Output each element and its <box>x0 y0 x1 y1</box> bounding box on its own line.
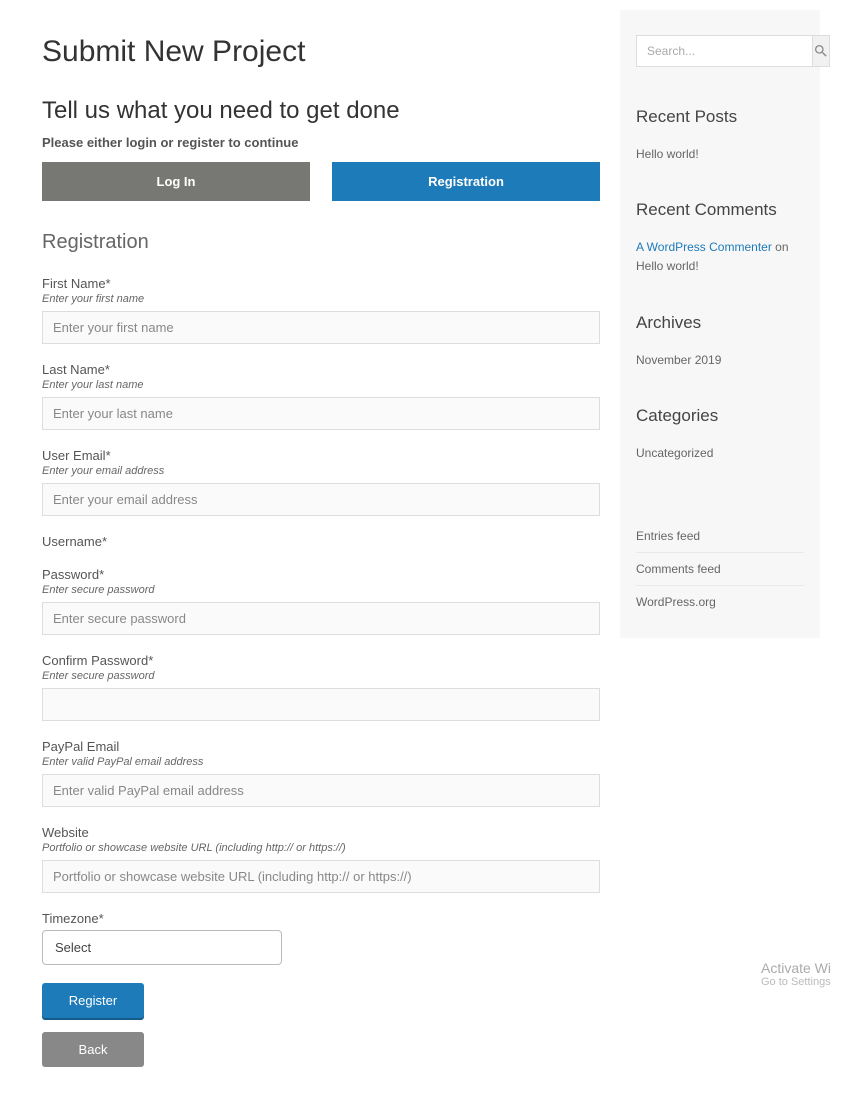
field-confirm-password: Confirm Password* Enter secure password <box>42 653 600 721</box>
select-timezone-value: Select <box>55 940 91 955</box>
widget-title-recent-posts: Recent Posts <box>636 107 804 127</box>
commenter-link[interactable]: A WordPress Commenter <box>636 240 772 254</box>
field-timezone: Timezone* Select <box>42 911 600 965</box>
meta-entries-feed[interactable]: Entries feed <box>636 520 804 552</box>
section-title-registration: Registration <box>42 231 600 254</box>
input-website[interactable] <box>42 860 600 893</box>
search-widget <box>636 35 804 67</box>
main-content: Submit New Project Tell us what you need… <box>0 0 600 1081</box>
input-password[interactable] <box>42 602 600 635</box>
widget-title-recent-comments: Recent Comments <box>636 200 804 220</box>
field-first-name: First Name* Enter your first name <box>42 276 600 344</box>
meta-wordpress-org[interactable]: WordPress.org <box>636 585 804 618</box>
label-timezone: Timezone* <box>42 911 600 926</box>
label-paypal-email: PayPal Email <box>42 739 600 754</box>
category-item[interactable]: Uncategorized <box>636 444 804 463</box>
label-username: Username* <box>42 534 600 549</box>
auth-tabs: Log In Registration <box>42 162 600 201</box>
help-first-name: Enter your first name <box>42 293 600 305</box>
label-user-email: User Email* <box>42 448 600 463</box>
field-password: Password* Enter secure password <box>42 567 600 635</box>
widget-categories: Categories Uncategorized <box>636 406 804 463</box>
help-user-email: Enter your email address <box>42 465 600 477</box>
recent-post-item[interactable]: Hello world! <box>636 145 804 164</box>
widget-title-archives: Archives <box>636 313 804 333</box>
input-first-name[interactable] <box>42 311 600 344</box>
input-confirm-password[interactable] <box>42 688 600 721</box>
widget-recent-posts: Recent Posts Hello world! <box>636 107 804 164</box>
register-button[interactable]: Register <box>42 983 144 1018</box>
recent-comment-item: A WordPress Commenter on Hello world! <box>636 238 804 276</box>
field-last-name: Last Name* Enter your last name <box>42 362 600 430</box>
page-title: Submit New Project <box>42 35 600 69</box>
label-password: Password* <box>42 567 600 582</box>
tab-login[interactable]: Log In <box>42 162 310 201</box>
page-subtitle: Tell us what you need to get done <box>42 97 600 125</box>
label-confirm-password: Confirm Password* <box>42 653 600 668</box>
input-paypal-email[interactable] <box>42 774 600 807</box>
back-button[interactable]: Back <box>42 1032 144 1067</box>
help-paypal-email: Enter valid PayPal email address <box>42 756 600 768</box>
archive-item[interactable]: November 2019 <box>636 351 804 370</box>
help-password: Enter secure password <box>42 584 600 596</box>
label-last-name: Last Name* <box>42 362 600 377</box>
tab-registration[interactable]: Registration <box>332 162 600 201</box>
field-username: Username* <box>42 534 600 549</box>
label-first-name: First Name* <box>42 276 600 291</box>
login-instruction: Please either login or register to conti… <box>42 135 600 150</box>
widget-recent-comments: Recent Comments A WordPress Commenter on… <box>636 200 804 276</box>
watermark-line2: Go to Settings <box>761 976 831 988</box>
search-input[interactable] <box>636 35 813 67</box>
field-paypal-email: PayPal Email Enter valid PayPal email ad… <box>42 739 600 807</box>
widget-title-categories: Categories <box>636 406 804 426</box>
search-icon <box>813 43 829 59</box>
search-button[interactable] <box>813 35 830 67</box>
help-last-name: Enter your last name <box>42 379 600 391</box>
widget-archives: Archives November 2019 <box>636 313 804 370</box>
sidebar: Recent Posts Hello world! Recent Comment… <box>620 10 820 510</box>
label-website: Website <box>42 825 600 840</box>
field-user-email: User Email* Enter your email address <box>42 448 600 516</box>
meta-comments-feed[interactable]: Comments feed <box>636 552 804 585</box>
field-website: Website Portfolio or showcase website UR… <box>42 825 600 893</box>
input-last-name[interactable] <box>42 397 600 430</box>
windows-activation-watermark: Activate Wi Go to Settings <box>761 960 831 988</box>
widget-meta: Entries feed Comments feed WordPress.org <box>620 510 820 638</box>
help-confirm-password: Enter secure password <box>42 670 600 682</box>
watermark-line1: Activate Wi <box>761 960 831 976</box>
help-website: Portfolio or showcase website URL (inclu… <box>42 842 600 854</box>
input-user-email[interactable] <box>42 483 600 516</box>
select-timezone[interactable]: Select <box>42 930 282 965</box>
